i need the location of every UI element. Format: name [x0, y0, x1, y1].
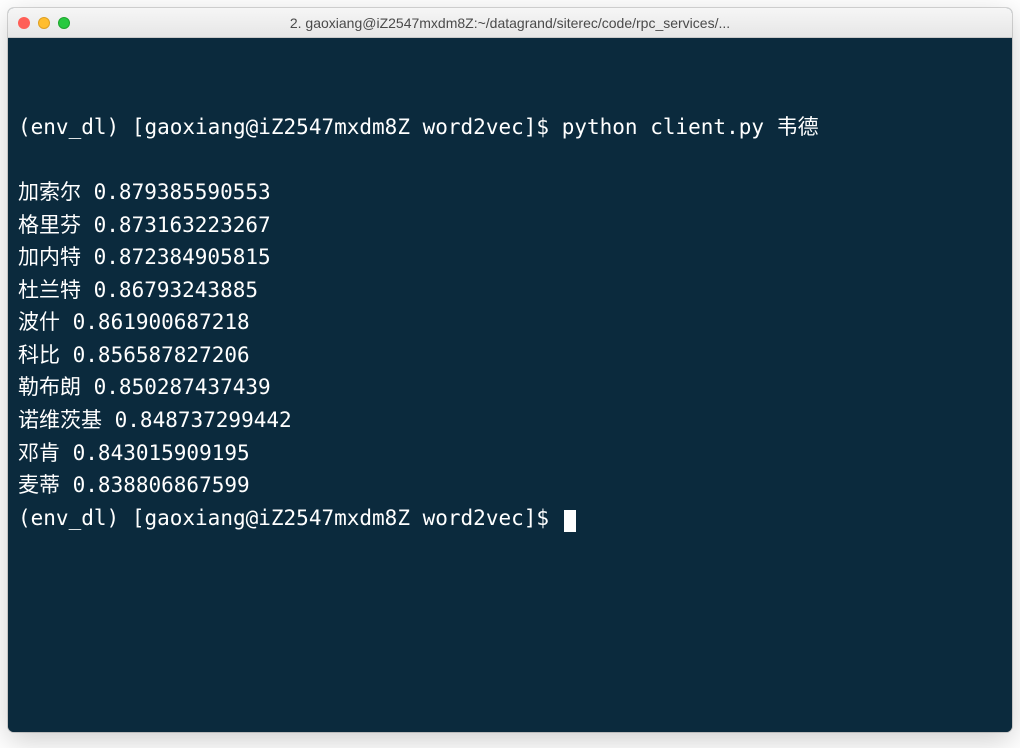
results-output: 加索尔 0.879385590553 格里芬 0.873163223267 加内…	[18, 180, 292, 497]
terminal-window: 2. gaoxiang@iZ2547mxdm8Z:~/datagrand/sit…	[8, 8, 1012, 732]
command-line: (env_dl) [gaoxiang@iZ2547mxdm8Z word2vec…	[18, 111, 1002, 144]
maximize-icon[interactable]	[58, 17, 70, 29]
prompt-userhost: [gaoxiang@iZ2547mxdm8Z word2vec]$	[132, 506, 549, 530]
window-controls	[18, 17, 70, 29]
terminal-body[interactable]: (env_dl) [gaoxiang@iZ2547mxdm8Z word2vec…	[8, 38, 1012, 732]
prompt-env: (env_dl)	[18, 115, 119, 139]
window-title: 2. gaoxiang@iZ2547mxdm8Z:~/datagrand/sit…	[8, 15, 1012, 31]
titlebar: 2. gaoxiang@iZ2547mxdm8Z:~/datagrand/sit…	[8, 8, 1012, 38]
close-icon[interactable]	[18, 17, 30, 29]
command-text: python client.py 韦德	[562, 115, 819, 139]
prompt-env: (env_dl)	[18, 506, 119, 530]
cursor-icon	[564, 510, 576, 532]
prompt-line: (env_dl) [gaoxiang@iZ2547mxdm8Z word2vec…	[18, 502, 1002, 535]
minimize-icon[interactable]	[38, 17, 50, 29]
prompt-userhost: [gaoxiang@iZ2547mxdm8Z word2vec]$	[132, 115, 549, 139]
